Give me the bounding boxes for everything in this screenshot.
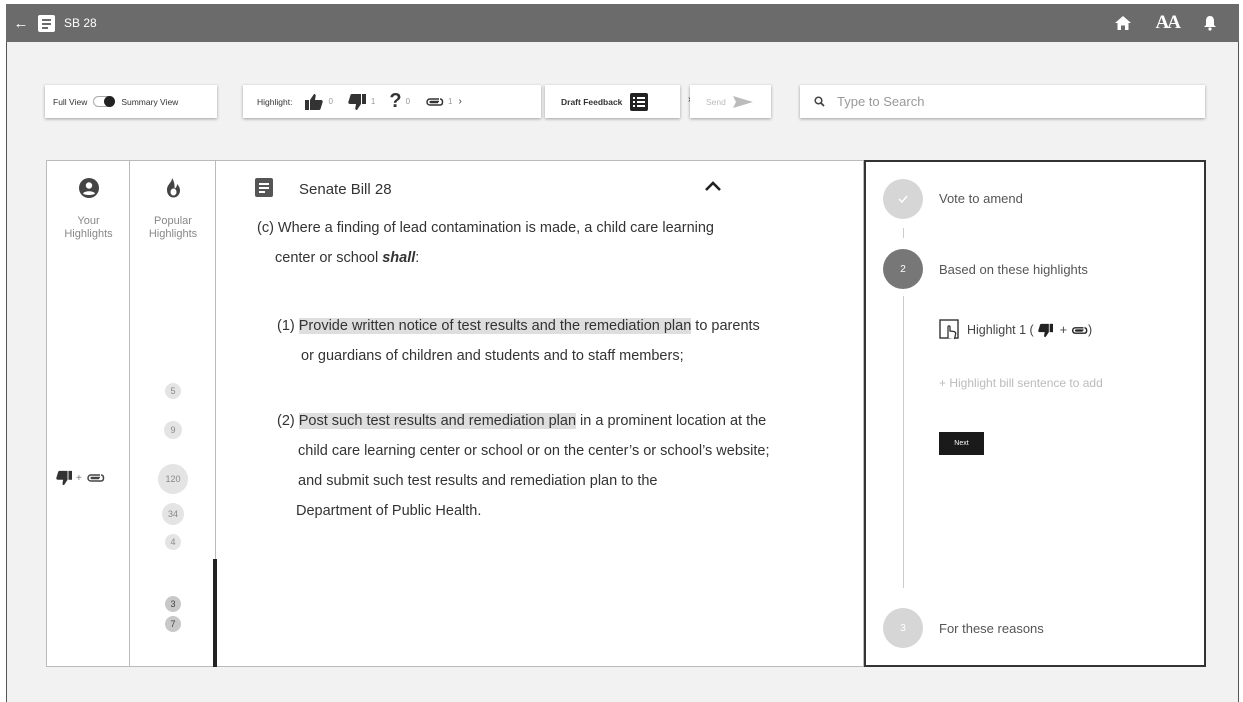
- view-toggle[interactable]: [93, 96, 116, 107]
- bill-title: Senate Bill 28: [299, 181, 392, 198]
- send-card[interactable]: Send: [690, 85, 771, 118]
- popular-count-bubble[interactable]: 5: [165, 383, 181, 399]
- step-2-label: Based on these highlights: [939, 262, 1088, 277]
- popular-count-bubble[interactable]: 4: [165, 534, 181, 550]
- thumbs-up-highlight[interactable]: 0: [304, 93, 333, 111]
- full-view-label[interactable]: Full View: [53, 97, 87, 107]
- bell-icon[interactable]: [1203, 15, 1217, 31]
- document-icon: [255, 178, 273, 197]
- thumbs-down-highlight[interactable]: 1: [347, 93, 375, 111]
- app-title: SB 28: [64, 16, 97, 30]
- chevron-up-icon[interactable]: [704, 180, 722, 192]
- popular-count-bubble[interactable]: 34: [162, 503, 184, 525]
- step-2-number[interactable]: 2: [883, 249, 923, 289]
- home-icon[interactable]: [1114, 15, 1132, 31]
- popular-count-bubble[interactable]: 7: [165, 616, 181, 632]
- highlight-toolbar: Highlight: 0 1 ? 0 1 ›: [243, 85, 541, 118]
- draft-feedback-label[interactable]: Draft Feedback: [561, 97, 622, 107]
- search-icon: [814, 96, 825, 107]
- thumbs-down-icon: [348, 93, 366, 110]
- highlight-1-entry[interactable]: Highlight 1 ( + ): [939, 319, 1092, 341]
- paperclip-icon: [1071, 326, 1088, 334]
- thumbs-down-icon: [1037, 323, 1053, 337]
- your-highlight-marker[interactable]: +: [55, 470, 105, 486]
- highlighted-sentence[interactable]: Post such test results and remediation p…: [298, 413, 577, 429]
- check-icon: [898, 195, 908, 203]
- question-highlight[interactable]: ? 0: [389, 90, 410, 113]
- step-3-label: For these reasons: [939, 621, 1044, 636]
- popular-count-bubble[interactable]: 120: [158, 464, 188, 494]
- bill-content: Senate Bill 28 (c) Where a finding of le…: [217, 161, 863, 666]
- chevron-right-icon: ›: [458, 96, 462, 107]
- thumbs-up-icon: [305, 93, 324, 110]
- popular-highlights-column: Popular Highlights 5 9 120 34 4 3 7: [130, 161, 216, 666]
- list-icon: [630, 92, 649, 111]
- step-connector: [903, 228, 904, 238]
- your-highlights-label: Your Highlights: [64, 215, 113, 240]
- thumbs-down-icon: [56, 470, 72, 486]
- bill-item-2: (2) Post such test results and remediati…: [277, 413, 770, 519]
- step-connector: [903, 296, 904, 588]
- step-1-check[interactable]: [883, 179, 923, 219]
- draft-feedback-card[interactable]: Draft Feedback: [545, 85, 680, 118]
- next-button[interactable]: Next: [939, 432, 984, 455]
- bill-paragraph-c: (c) Where a finding of lead contaminatio…: [257, 220, 714, 266]
- flame-icon[interactable]: [164, 177, 182, 199]
- highlighted-sentence[interactable]: Provide written notice of test results a…: [298, 318, 692, 334]
- document-icon: [38, 14, 55, 32]
- back-arrow-icon[interactable]: ←: [6, 15, 36, 32]
- highlight-label: Highlight:: [257, 96, 293, 107]
- user-circle-icon[interactable]: [78, 177, 100, 199]
- send-icon: [732, 95, 753, 108]
- paperclip-icon: [426, 97, 444, 106]
- search-placeholder: Type to Search: [837, 94, 925, 109]
- app-bar: ← SB 28 AA: [6, 4, 1239, 42]
- bill-panel: Your Highlights + Popular Highlights 5 9…: [46, 160, 864, 667]
- step-1-label: Vote to amend: [939, 191, 1023, 206]
- send-label[interactable]: Send: [706, 97, 726, 107]
- bill-item-1: (1) Provide written notice of test resul…: [277, 318, 760, 364]
- text-size-icon[interactable]: AA: [1156, 12, 1181, 34]
- add-highlight-hint[interactable]: + Highlight bill sentence to add: [939, 376, 1103, 390]
- summary-view-label[interactable]: Summary View: [121, 97, 178, 107]
- touch-highlight-icon: [939, 319, 959, 340]
- step-3-number[interactable]: 3: [883, 608, 923, 648]
- clip-highlight[interactable]: 1: [424, 96, 452, 108]
- question-icon: ?: [389, 90, 402, 112]
- paperclip-icon: [87, 474, 105, 482]
- popular-highlights-label: Popular Highlights: [148, 215, 198, 240]
- popular-count-bubble[interactable]: 3: [165, 596, 181, 612]
- popular-count-bubble[interactable]: 9: [164, 421, 182, 439]
- your-highlights-column: Your Highlights +: [47, 161, 130, 666]
- search-input[interactable]: Type to Search: [800, 85, 1205, 118]
- view-toggle-card: Full View Summary View: [45, 85, 217, 118]
- feedback-steps-panel: Vote to amend 2 Based on these highlight…: [864, 160, 1206, 667]
